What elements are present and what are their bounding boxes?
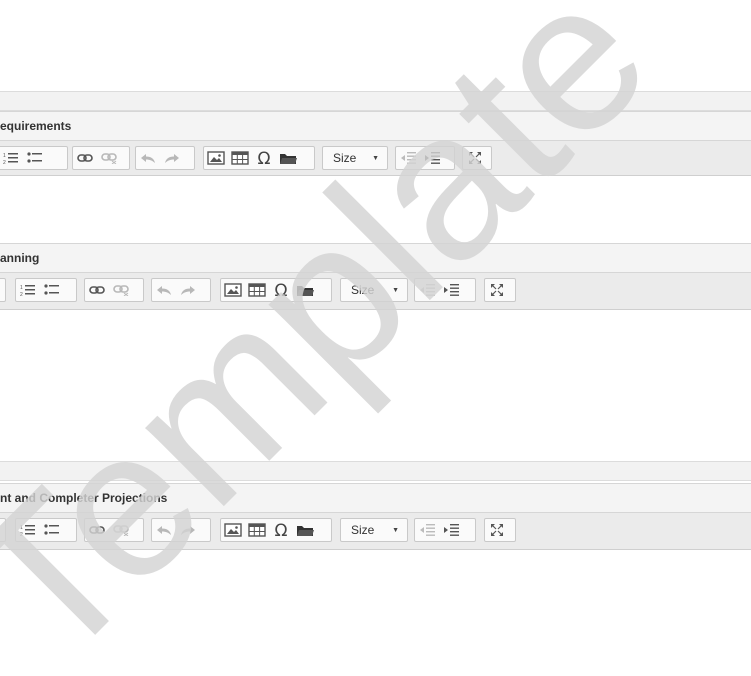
svg-text:2: 2	[3, 160, 6, 165]
svg-text:1: 1	[20, 285, 23, 291]
font-size-label: Size	[333, 151, 357, 165]
indent-icon[interactable]	[441, 280, 461, 300]
table-icon[interactable]	[247, 280, 267, 300]
folder-icon[interactable]	[278, 148, 298, 168]
folder-icon[interactable]	[295, 520, 315, 540]
section-header-strip	[0, 461, 751, 481]
insert-group: Ω	[220, 518, 332, 542]
indent-icon[interactable]	[422, 148, 442, 168]
svg-text:Ω: Ω	[275, 282, 288, 298]
editor-toolbar: 12 Ω Size ▼	[0, 141, 751, 176]
bulleted-list-icon[interactable]	[42, 520, 62, 540]
indent-icon[interactable]	[441, 520, 461, 540]
table-icon[interactable]	[247, 520, 267, 540]
chevron-down-icon: ▼	[392, 526, 399, 534]
unlink-icon[interactable]	[111, 520, 131, 540]
unlink-icon[interactable]	[99, 148, 119, 168]
link-icon[interactable]	[87, 280, 107, 300]
table-icon[interactable]	[230, 148, 250, 168]
folder-icon[interactable]	[295, 280, 315, 300]
section-header-strip	[0, 91, 751, 111]
special-character-icon[interactable]: Ω	[254, 148, 274, 168]
indent-group	[414, 518, 476, 542]
image-icon[interactable]	[223, 520, 243, 540]
redo-icon[interactable]	[178, 280, 198, 300]
undo-icon[interactable]	[154, 520, 174, 540]
editor-content-area[interactable]	[0, 176, 751, 243]
font-size-label: Size	[351, 523, 375, 537]
redo-icon[interactable]	[178, 520, 198, 540]
rich-text-editor: anning 12 Ω Size ▼	[0, 243, 751, 458]
font-size-label: Size	[351, 283, 375, 297]
svg-text:2: 2	[20, 292, 23, 297]
maximize-group	[484, 278, 516, 302]
maximize-group	[484, 518, 516, 542]
svg-text:1: 1	[3, 153, 6, 159]
svg-text:Ω: Ω	[275, 522, 288, 538]
font-size-dropdown[interactable]: Size ▼	[322, 146, 388, 170]
maximize-icon[interactable]	[487, 280, 507, 300]
maximize-icon[interactable]	[465, 148, 485, 168]
format-group	[0, 518, 6, 542]
insert-group: Ω	[220, 278, 332, 302]
maximize-group	[462, 146, 492, 170]
font-size-dropdown[interactable]: Size ▼	[340, 278, 408, 302]
insert-group: Ω	[203, 146, 315, 170]
editor-content-area[interactable]	[0, 550, 751, 670]
link-icon[interactable]	[75, 148, 95, 168]
special-character-icon[interactable]: Ω	[271, 520, 291, 540]
outdent-icon[interactable]	[398, 148, 418, 168]
link-group	[72, 146, 130, 170]
history-group	[135, 146, 195, 170]
redo-icon[interactable]	[162, 148, 182, 168]
image-icon[interactable]	[206, 148, 226, 168]
numbered-list-icon[interactable]: 12	[18, 520, 38, 540]
numbered-list-icon[interactable]: 12	[18, 280, 38, 300]
indent-group	[395, 146, 455, 170]
bulleted-list-icon[interactable]	[25, 148, 45, 168]
special-character-icon[interactable]: Ω	[271, 280, 291, 300]
format-group	[0, 278, 6, 302]
rich-text-editor: nt and Completer Projections 12 Ω Size ▼	[0, 483, 751, 670]
bulleted-list-icon[interactable]	[42, 280, 62, 300]
editor-title: equirements	[0, 111, 751, 141]
link-icon[interactable]	[87, 520, 107, 540]
history-group	[151, 278, 211, 302]
image-icon[interactable]	[223, 280, 243, 300]
rich-text-editor: equirements 12 Ω Size ▼	[0, 111, 751, 243]
unlink-icon[interactable]	[111, 280, 131, 300]
link-group	[84, 518, 144, 542]
svg-text:1: 1	[20, 525, 23, 531]
outdent-icon[interactable]	[417, 280, 437, 300]
editor-content-area[interactable]	[0, 310, 751, 458]
list-group: 12	[15, 518, 77, 542]
undo-icon[interactable]	[138, 148, 158, 168]
editor-toolbar: 12 Ω Size ▼	[0, 513, 751, 550]
list-group: 12	[15, 278, 77, 302]
svg-text:Ω: Ω	[258, 150, 271, 166]
numbered-list-icon[interactable]: 12	[1, 148, 21, 168]
chevron-down-icon: ▼	[372, 154, 379, 162]
list-group: 12	[0, 146, 68, 170]
editor-title: anning	[0, 243, 751, 273]
link-group	[84, 278, 144, 302]
undo-icon[interactable]	[154, 280, 174, 300]
svg-text:2: 2	[20, 532, 23, 537]
maximize-icon[interactable]	[487, 520, 507, 540]
editor-title: nt and Completer Projections	[0, 483, 751, 513]
indent-group	[414, 278, 476, 302]
chevron-down-icon: ▼	[392, 286, 399, 294]
font-size-dropdown[interactable]: Size ▼	[340, 518, 408, 542]
outdent-icon[interactable]	[417, 520, 437, 540]
editor-toolbar: 12 Ω Size ▼	[0, 273, 751, 310]
history-group	[151, 518, 211, 542]
